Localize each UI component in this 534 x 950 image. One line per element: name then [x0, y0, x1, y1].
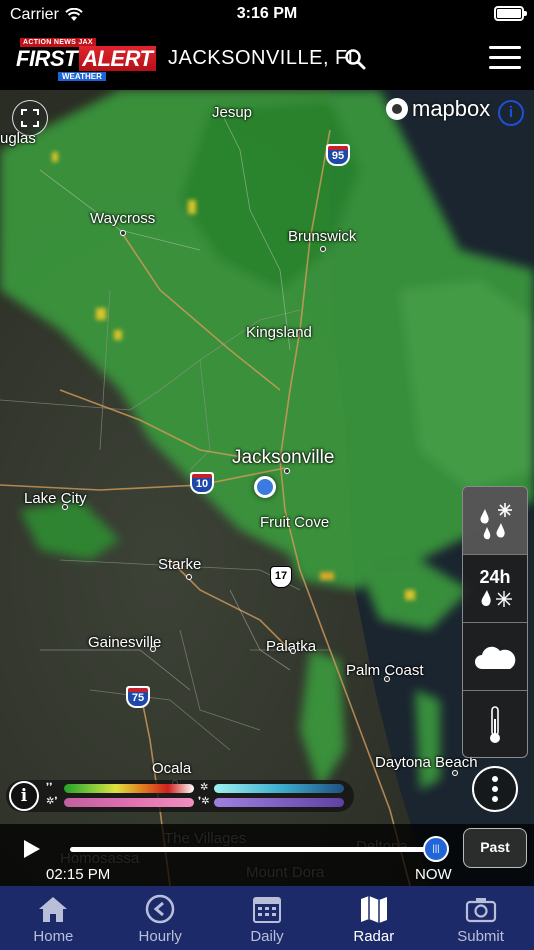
calendar-icon [252, 897, 281, 923]
logo-alert: ALERT [79, 46, 156, 71]
past-button[interactable]: Past [463, 828, 527, 868]
city-label-ocala: Ocala [152, 760, 192, 777]
logo-first: FIRST [16, 46, 78, 71]
tab-home-label: Home [33, 928, 74, 945]
layer-24h-label: 24h [479, 567, 511, 587]
hamburger-menu-icon[interactable] [489, 46, 521, 70]
tab-radar-label: Radar [353, 928, 395, 945]
city-label-jesup: Jesup [212, 104, 253, 121]
city-dot [120, 230, 126, 236]
layer-panel: 24h [462, 486, 528, 758]
camera-icon [465, 898, 496, 923]
thermometer-icon [490, 706, 500, 743]
city-dot [452, 770, 458, 776]
expand-icon [21, 109, 39, 127]
map-icon [360, 896, 387, 923]
city-dot [62, 504, 68, 510]
user-location-marker [254, 476, 276, 498]
city-label-brunswick: Brunswick [288, 228, 357, 245]
city-dot [320, 246, 326, 252]
play-icon[interactable] [24, 840, 40, 858]
clock-icon [145, 894, 175, 924]
timeline-handle[interactable]: ||| [423, 836, 449, 862]
search-icon[interactable] [344, 48, 366, 70]
layer-radar[interactable] [463, 487, 527, 555]
rain-scale [64, 784, 194, 793]
city-dot [290, 648, 296, 654]
logo-weather: WEATHER [58, 72, 106, 81]
tab-submit-label: Submit [457, 928, 504, 945]
timeline-track[interactable] [70, 847, 436, 852]
ice-glyph-icon: ❜✲ [198, 796, 210, 807]
us-route-17-shield: 17 [270, 566, 292, 588]
battery-icon [494, 6, 527, 21]
city-label-fruit-cove: Fruit Cove [260, 514, 330, 531]
location-title[interactable]: JACKSONVILLE, FL [168, 47, 359, 70]
status-bar: Carrier 3:16 PM [0, 0, 534, 30]
logo-wordmark: FIRST ALERT [16, 46, 156, 72]
tab-daily[interactable]: Daily [214, 886, 321, 950]
tab-daily-label: Daily [250, 928, 284, 945]
mix-glyph-icon: ✲❜ [46, 796, 58, 807]
tab-bar: Home Hourly Daily Radar Submit [0, 886, 534, 950]
rain-snow-icon [480, 502, 512, 539]
mapbox-wordmark: mapbox [412, 96, 491, 121]
ice-scale [214, 798, 344, 807]
timeline-start-time: 02:15 PM [46, 866, 111, 883]
interstate-95-shield: 95 [326, 144, 350, 166]
layer-24h-precip[interactable]: 24h [463, 555, 527, 623]
cloud-icon [475, 646, 516, 669]
layer-clouds[interactable] [463, 623, 527, 691]
tab-hourly-label: Hourly [138, 928, 182, 945]
clock: 3:16 PM [236, 5, 298, 22]
shield-number: 10 [192, 474, 212, 492]
drop-snow-icon [481, 590, 512, 607]
tab-radar[interactable]: Radar [320, 886, 427, 950]
mapbox-logo: mapbox [386, 96, 490, 122]
shield-number: 95 [328, 146, 348, 164]
city-dot [284, 468, 290, 474]
mix-scale [64, 798, 194, 807]
home-icon [39, 897, 68, 922]
legend-info-icon[interactable]: i [9, 781, 39, 811]
city-dot [186, 574, 192, 580]
app-header: ACTION NEWS JAX FIRST ALERT WEATHER JACKS… [0, 30, 534, 90]
attribution-info-icon[interactable]: i [498, 100, 524, 126]
radar-timeline: ||| 02:15 PM NOW Past [0, 824, 534, 886]
snow-scale [214, 784, 344, 793]
city-dot [384, 676, 390, 682]
shield-number: 75 [128, 688, 148, 706]
city-label-uglas: uglas [0, 130, 36, 147]
layer-temperature[interactable] [463, 691, 527, 757]
radar-legend: i ❜❜ ✲❜ ✲ ❜✲ [6, 780, 354, 812]
mapbox-mark-icon [386, 98, 408, 120]
city-label-jacksonville: Jacksonville [232, 447, 335, 468]
tab-hourly[interactable]: Hourly [107, 886, 214, 950]
interstate-75-shield: 75 [126, 686, 150, 708]
city-label-waycross: Waycross [90, 210, 156, 227]
city-dot [150, 646, 156, 652]
timeline-now-label: NOW [415, 866, 452, 883]
city-label-starke: Starke [158, 556, 202, 573]
more-options-button[interactable] [472, 766, 518, 812]
radar-map[interactable]: mapbox i Jesup uglas Waycross Brunswick King… [0, 90, 534, 886]
first-alert-logo[interactable]: ACTION NEWS JAX FIRST ALERT WEATHER [16, 38, 156, 81]
rain-glyph-icon: ❜❜ [46, 782, 53, 793]
snow-glyph-icon: ✲ [200, 782, 209, 793]
interstate-10-shield: 10 [190, 472, 214, 494]
city-label-kingsland: Kingsland [246, 324, 312, 341]
city-label-lake-city: Lake City [24, 490, 87, 507]
tab-submit[interactable]: Submit [427, 886, 534, 950]
tab-home[interactable]: Home [0, 886, 107, 950]
